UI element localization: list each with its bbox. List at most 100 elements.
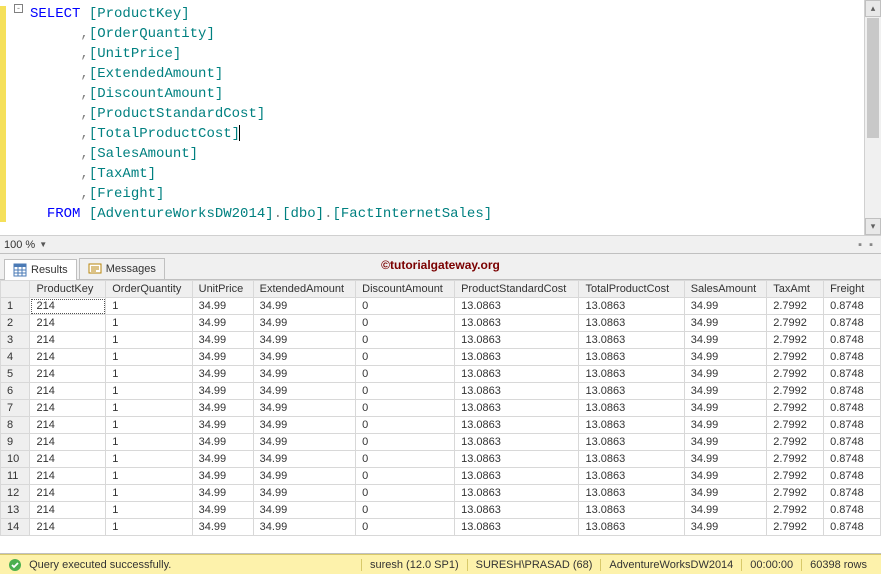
cell[interactable]: 0.8748 [824,468,881,485]
column-header-unitprice[interactable]: UnitPrice [192,281,253,298]
row-number[interactable]: 1 [1,298,30,315]
cell[interactable]: 2.7992 [767,366,824,383]
cell[interactable]: 0 [356,366,455,383]
row-header-corner[interactable] [1,281,30,298]
table-row[interactable]: 12214134.9934.99013.086313.086334.992.79… [1,485,881,502]
cell[interactable]: 34.99 [192,468,253,485]
cell[interactable]: 2.7992 [767,519,824,536]
cell[interactable]: 1 [106,400,192,417]
cell[interactable]: 214 [30,468,106,485]
row-number[interactable]: 9 [1,434,30,451]
scroll-thumb[interactable] [867,18,879,138]
cell[interactable]: 2.7992 [767,298,824,315]
cell[interactable]: 2.7992 [767,400,824,417]
cell[interactable]: 2.7992 [767,349,824,366]
scroll-down-arrow-icon[interactable]: ▾ [865,218,881,235]
cell[interactable]: 34.99 [192,383,253,400]
cell[interactable]: 214 [30,332,106,349]
cell[interactable]: 0.8748 [824,366,881,383]
table-row[interactable]: 4214134.9934.99013.086313.086334.992.799… [1,349,881,366]
table-row[interactable]: 8214134.9934.99013.086313.086334.992.799… [1,417,881,434]
cell[interactable]: 2.7992 [767,332,824,349]
cell[interactable]: 0.8748 [824,298,881,315]
row-number[interactable]: 11 [1,468,30,485]
cell[interactable]: 34.99 [192,485,253,502]
row-number[interactable]: 14 [1,519,30,536]
cell[interactable]: 13.0863 [579,451,684,468]
cell[interactable]: 2.7992 [767,434,824,451]
cell[interactable]: 34.99 [684,349,767,366]
cell[interactable]: 13.0863 [455,349,579,366]
cell[interactable]: 0.8748 [824,383,881,400]
cell[interactable]: 1 [106,383,192,400]
cell[interactable]: 34.99 [253,468,356,485]
table-row[interactable]: 11214134.9934.99013.086313.086334.992.79… [1,468,881,485]
cell[interactable]: 34.99 [253,502,356,519]
cell[interactable]: 34.99 [253,400,356,417]
cell[interactable]: 0.8748 [824,349,881,366]
cell[interactable]: 1 [106,349,192,366]
cell[interactable]: 2.7992 [767,315,824,332]
cell[interactable]: 13.0863 [579,366,684,383]
cell[interactable]: 13.0863 [579,383,684,400]
results-grid-pane[interactable]: ProductKeyOrderQuantityUnitPriceExtended… [0,280,881,554]
cell[interactable]: 34.99 [192,315,253,332]
cell[interactable]: 1 [106,502,192,519]
cell[interactable]: 34.99 [253,332,356,349]
cell[interactable]: 34.99 [253,519,356,536]
cell[interactable]: 0 [356,332,455,349]
cell[interactable]: 214 [30,383,106,400]
cell[interactable]: 34.99 [684,417,767,434]
column-header-orderquantity[interactable]: OrderQuantity [106,281,192,298]
column-header-taxamt[interactable]: TaxAmt [767,281,824,298]
cell[interactable]: 34.99 [253,315,356,332]
cell[interactable]: 214 [30,315,106,332]
row-number[interactable]: 3 [1,332,30,349]
cell[interactable]: 1 [106,332,192,349]
code-area[interactable]: - SELECT [ProductKey] ,[OrderQuantity] ,… [8,0,864,235]
cell[interactable]: 0 [356,383,455,400]
cell[interactable]: 13.0863 [455,366,579,383]
cell[interactable]: 34.99 [253,417,356,434]
row-number[interactable]: 13 [1,502,30,519]
table-row[interactable]: 10214134.9934.99013.086313.086334.992.79… [1,451,881,468]
row-number[interactable]: 8 [1,417,30,434]
cell[interactable]: 214 [30,400,106,417]
cell[interactable]: 13.0863 [579,485,684,502]
cell[interactable]: 0 [356,502,455,519]
column-header-salesamount[interactable]: SalesAmount [684,281,767,298]
cell[interactable]: 13.0863 [579,349,684,366]
table-row[interactable]: 1214134.9934.99013.086313.086334.992.799… [1,298,881,315]
table-row[interactable]: 7214134.9934.99013.086313.086334.992.799… [1,400,881,417]
cell[interactable]: 13.0863 [579,298,684,315]
cell[interactable]: 34.99 [253,434,356,451]
cell[interactable]: 13.0863 [455,451,579,468]
column-header-extendedamount[interactable]: ExtendedAmount [253,281,356,298]
cell[interactable]: 34.99 [253,366,356,383]
cell[interactable]: 1 [106,519,192,536]
cell[interactable]: 1 [106,485,192,502]
cell[interactable]: 13.0863 [455,519,579,536]
cell[interactable]: 34.99 [684,451,767,468]
cell[interactable]: 34.99 [192,400,253,417]
cell[interactable]: 2.7992 [767,485,824,502]
cell[interactable]: 34.99 [684,332,767,349]
column-header-productkey[interactable]: ProductKey [30,281,106,298]
cell[interactable]: 214 [30,349,106,366]
cell[interactable]: 2.7992 [767,451,824,468]
cell[interactable]: 34.99 [192,366,253,383]
cell[interactable]: 0 [356,298,455,315]
cell[interactable]: 1 [106,434,192,451]
cell[interactable]: 13.0863 [579,519,684,536]
table-row[interactable]: 9214134.9934.99013.086313.086334.992.799… [1,434,881,451]
cell[interactable]: 1 [106,468,192,485]
cell[interactable]: 0 [356,349,455,366]
table-row[interactable]: 5214134.9934.99013.086313.086334.992.799… [1,366,881,383]
cell[interactable]: 34.99 [684,298,767,315]
cell[interactable]: 214 [30,434,106,451]
cell[interactable]: 2.7992 [767,383,824,400]
cell[interactable]: 13.0863 [579,315,684,332]
cell[interactable]: 214 [30,502,106,519]
table-row[interactable]: 14214134.9934.99013.086313.086334.992.79… [1,519,881,536]
cell[interactable]: 13.0863 [579,332,684,349]
